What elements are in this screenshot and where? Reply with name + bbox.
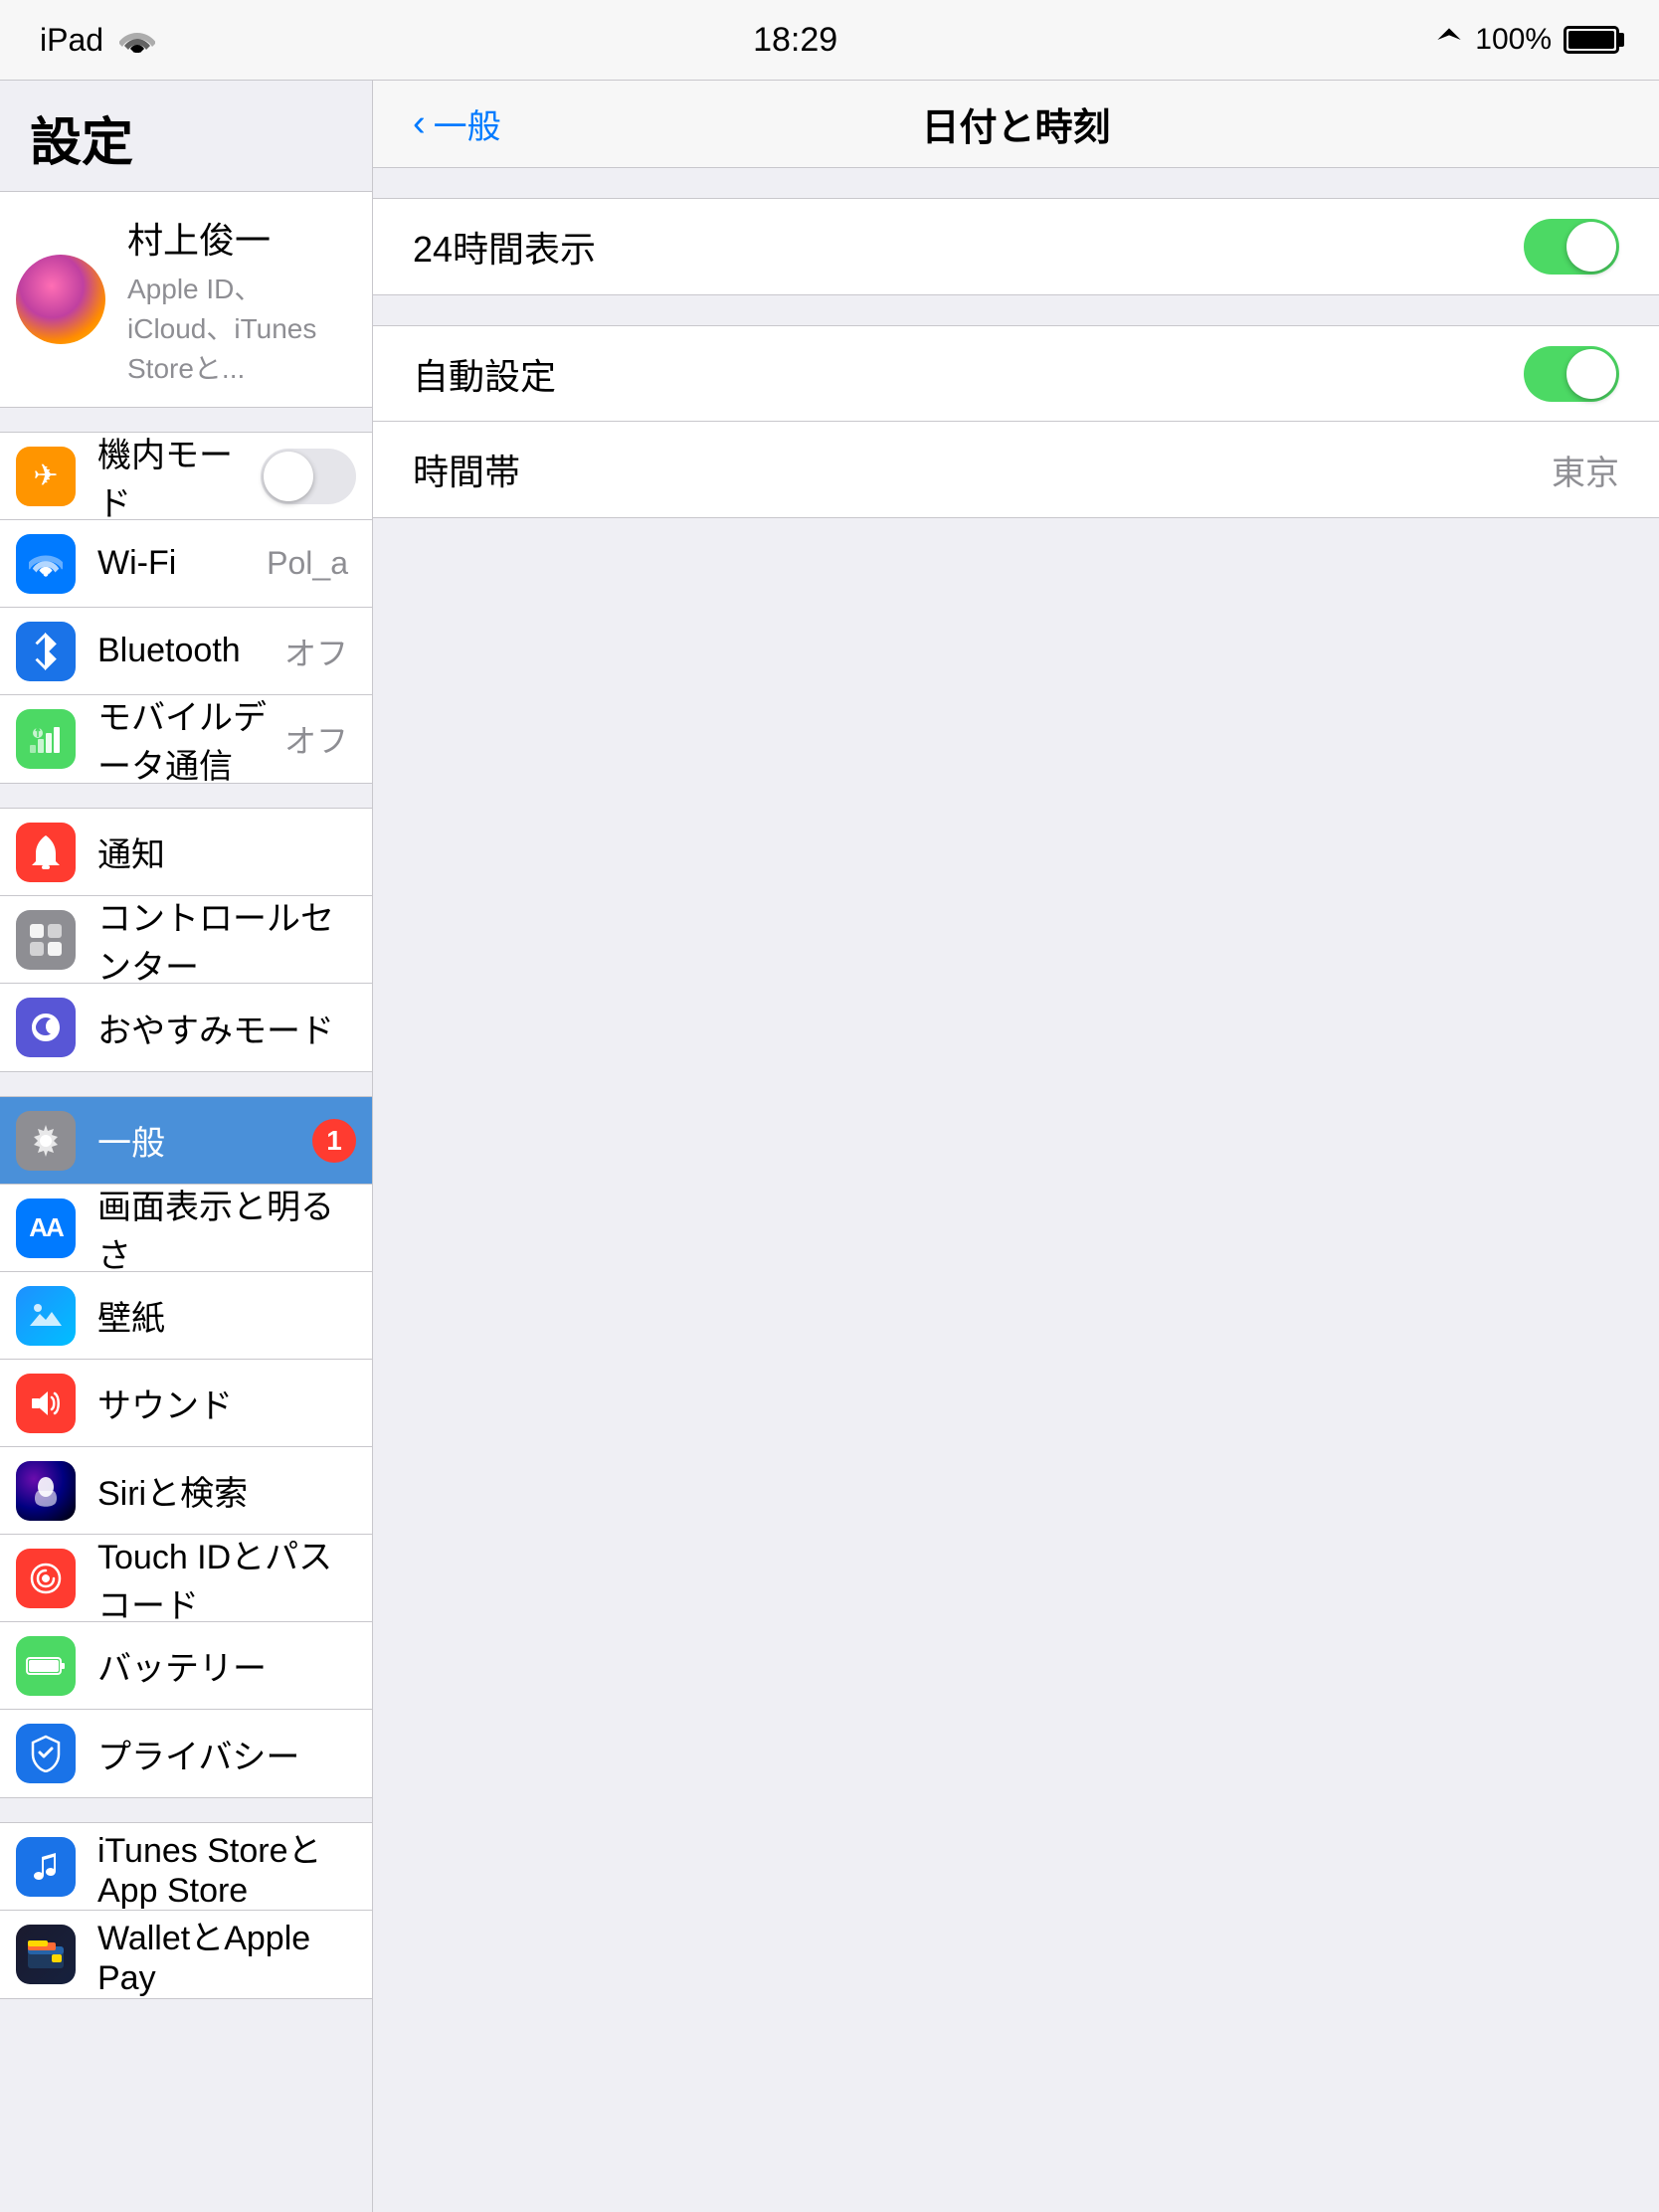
siri-icon: [16, 1461, 76, 1521]
sidebar-item-wifi[interactable]: Wi-Fi Pol_a: [0, 520, 372, 608]
wifi-status-icon: [119, 27, 155, 53]
itunes-icon: [16, 1837, 76, 1897]
controlcenter-label: コントロールセンター: [97, 891, 356, 989]
wallpaper-label: 壁紙: [97, 1291, 356, 1340]
battery-sidebar-icon: [16, 1636, 76, 1696]
wifi-icon: [16, 534, 76, 594]
cellular-label: モバイルデータ通信: [97, 690, 284, 788]
auto-time-group: 自動設定 時間帯 東京: [373, 325, 1659, 518]
notification-label: 通知: [97, 828, 356, 876]
back-label: 一般: [434, 99, 501, 148]
ipad-label: iPad: [40, 22, 103, 59]
24h-label: 24時間表示: [413, 221, 1524, 273]
sidebar-item-donotdisturb[interactable]: おやすみモード: [0, 984, 372, 1071]
bluetooth-label: Bluetooth: [97, 632, 284, 670]
touchid-icon: [16, 1549, 76, 1608]
touchid-label: Touch IDとパスコード: [97, 1530, 356, 1627]
sidebar-item-touchid[interactable]: Touch IDとパスコード: [0, 1535, 372, 1622]
wallet-icon: [16, 1925, 76, 1984]
time-format-group: 24時間表示: [373, 198, 1659, 295]
auto-set-toggle[interactable]: [1524, 346, 1619, 402]
24h-toggle-knob: [1567, 222, 1616, 272]
wallpaper-icon: [16, 1286, 76, 1346]
wifi-label: Wi-Fi: [97, 544, 267, 583]
donotdisturb-label: おやすみモード: [97, 1004, 356, 1052]
sound-icon: [16, 1374, 76, 1433]
sidebar-item-wallpaper[interactable]: 壁紙: [0, 1272, 372, 1360]
auto-set-row: 自動設定: [373, 326, 1659, 422]
main-content: 設定 村上俊一 Apple ID、iCloud、iTunes Storeと...…: [0, 81, 1659, 2212]
display-icon: AA: [16, 1198, 76, 1258]
airplane-toggle[interactable]: [261, 449, 356, 504]
itunes-label: iTunes StoreとApp Store: [97, 1823, 356, 1911]
privacy-label: プライバシー: [97, 1730, 356, 1778]
24h-toggle[interactable]: [1524, 219, 1619, 275]
battery-label: バッテリー: [97, 1641, 356, 1690]
general-badge: 1: [312, 1119, 356, 1163]
bluetooth-value: オフ: [284, 629, 348, 674]
wifi-value: Pol_a: [267, 545, 348, 582]
status-left: iPad: [40, 22, 155, 59]
network-group: ✈ 機内モード Wi-Fi Pol_a: [0, 432, 372, 784]
sidebar-item-battery[interactable]: バッテリー: [0, 1622, 372, 1710]
wallet-label: WalletとApple Pay: [97, 1911, 356, 1998]
battery-percent: 100%: [1475, 23, 1552, 57]
airplane-toggle-knob: [264, 452, 313, 501]
timezone-row[interactable]: 時間帯 東京: [373, 422, 1659, 517]
sidebar-item-siri[interactable]: Siriと検索: [0, 1447, 372, 1535]
sidebar-item-bluetooth[interactable]: Bluetooth オフ: [0, 608, 372, 695]
avatar: [16, 255, 105, 344]
auto-set-label: 自動設定: [413, 348, 1524, 400]
timezone-value: 東京: [1552, 446, 1619, 494]
sidebar-item-notification[interactable]: 通知: [0, 809, 372, 896]
profile-item[interactable]: 村上俊一 Apple ID、iCloud、iTunes Storeと...: [0, 191, 372, 408]
system-group: 通知 コントロールセンター: [0, 808, 372, 1072]
donotdisturb-icon: [16, 998, 76, 1057]
right-header: ‹ 一般 日付と時刻: [373, 81, 1659, 168]
siri-label: Siriと検索: [97, 1466, 356, 1515]
sidebar-item-display[interactable]: AA 画面表示と明るさ: [0, 1185, 372, 1272]
sidebar-title: 設定: [0, 81, 372, 191]
24h-row: 24時間表示: [373, 199, 1659, 294]
sidebar-item-privacy[interactable]: プライバシー: [0, 1710, 372, 1797]
location-icon: [1435, 26, 1463, 54]
sidebar-item-general[interactable]: 一般 1: [0, 1097, 372, 1185]
general-icon: [16, 1111, 76, 1171]
privacy-icon: [16, 1724, 76, 1783]
general-label: 一般: [97, 1116, 312, 1165]
profile-sub: Apple ID、iCloud、iTunes Storeと...: [127, 268, 356, 387]
cellular-icon: [16, 709, 76, 769]
battery-icon: [1564, 26, 1619, 54]
right-panel: ‹ 一般 日付と時刻 24時間表示 自動設定: [373, 81, 1659, 2212]
airplane-label: 機内モード: [97, 428, 261, 525]
sidebar-item-airplane[interactable]: ✈ 機内モード: [0, 433, 372, 520]
profile-info: 村上俊一 Apple ID、iCloud、iTunes Storeと...: [127, 212, 356, 387]
airplane-icon: ✈: [16, 447, 76, 506]
display-label: 画面表示と明るさ: [97, 1180, 356, 1277]
sidebar-item-itunes[interactable]: iTunes StoreとApp Store: [0, 1823, 372, 1911]
back-chevron-icon: ‹: [413, 102, 426, 145]
back-button[interactable]: ‹ 一般: [413, 99, 501, 148]
apps-group: iTunes StoreとApp Store WalletとApple Pay: [0, 1822, 372, 1999]
cellular-value: オフ: [284, 716, 348, 762]
sidebar-item-wallet[interactable]: WalletとApple Pay: [0, 1911, 372, 1998]
profile-name: 村上俊一: [127, 212, 356, 264]
right-content: 24時間表示 自動設定 時間帯 東京: [373, 168, 1659, 2212]
controlcenter-icon: [16, 910, 76, 970]
sidebar-item-sound[interactable]: サウンド: [0, 1360, 372, 1447]
status-time: 18:29: [753, 21, 837, 60]
general-group: 一般 1 AA 画面表示と明るさ 壁紙: [0, 1096, 372, 1798]
right-panel-title: 日付と時刻: [921, 96, 1110, 151]
status-right: 100%: [1435, 23, 1619, 57]
status-bar: iPad 18:29 100%: [0, 0, 1659, 80]
bluetooth-icon: [16, 622, 76, 681]
battery-fill: [1568, 31, 1614, 49]
timezone-label: 時間帯: [413, 444, 1552, 495]
sidebar: 設定 村上俊一 Apple ID、iCloud、iTunes Storeと...…: [0, 81, 373, 2212]
auto-set-toggle-knob: [1567, 349, 1616, 399]
sidebar-item-cellular[interactable]: モバイルデータ通信 オフ: [0, 695, 372, 783]
notification-icon: [16, 823, 76, 882]
sidebar-item-controlcenter[interactable]: コントロールセンター: [0, 896, 372, 984]
sound-label: サウンド: [97, 1379, 356, 1427]
